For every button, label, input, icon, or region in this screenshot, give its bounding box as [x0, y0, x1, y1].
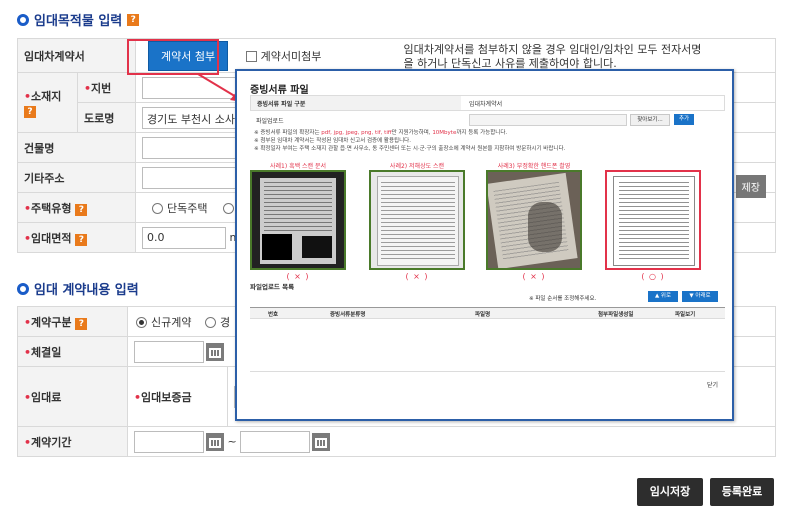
file-type-table: 증빙서류 파일 구분 임대차계약서: [250, 95, 725, 111]
add-file-button[interactable]: 추가: [674, 114, 694, 125]
move-up-button[interactable]: ▲ 위로: [648, 291, 678, 302]
help-icon[interactable]: ?: [75, 203, 88, 216]
close-link[interactable]: 닫기: [707, 380, 718, 389]
col-type: 증빙서류분류명: [330, 312, 366, 318]
modal-title: 증빙서류 파일: [250, 85, 309, 96]
rent-label: •임대료: [17, 366, 128, 427]
attach-notice: 임대차계약서를 첨부하지 않을 경우 임대인/임차인 모두 전자서명을 하거나 …: [403, 42, 702, 70]
file-type-value: 임대차계약서: [469, 100, 503, 108]
contract-type-new-option[interactable]: 신규계약: [136, 316, 191, 329]
period-separator: ~: [227, 434, 237, 448]
col-date: 첨부파일생성일: [598, 312, 634, 318]
building-name-label: 건물명: [16, 132, 137, 163]
area-input[interactable]: 0.0: [142, 226, 227, 249]
area-label: •임대면적 ?: [16, 222, 137, 253]
upload-list-title: 파일업로드 목록: [250, 283, 295, 291]
contract-type-label: •계약구분 ?: [17, 306, 128, 337]
col-view: 파일보기: [675, 312, 696, 318]
circle-bullet-icon: [17, 13, 29, 26]
calendar-icon[interactable]: [206, 432, 224, 451]
example1-mark: ( × ): [286, 272, 310, 281]
help-icon[interactable]: ?: [24, 105, 36, 118]
example1-image: [250, 170, 346, 270]
list-divider: [250, 371, 725, 372]
contract-type-renew-option[interactable]: 경: [204, 316, 230, 329]
example1-caption: 사례1) 흑백 스캔 문서: [269, 163, 327, 170]
circle-bullet-icon: [17, 282, 29, 295]
example4-image: [605, 170, 701, 270]
file-path-input[interactable]: [469, 114, 627, 126]
contract-doc-cell: 계약서 첨부 계약서미첨부 임대차계약서를 첨부하지 않을 경우 임대인/임차인…: [135, 38, 777, 73]
attach-button-highlight: [127, 39, 219, 75]
example3-caption: 사례3) 부정확한 핸드폰 촬영: [497, 163, 571, 170]
radio-icon[interactable]: [152, 203, 164, 214]
contract-doc-label: 임대차계약서: [16, 38, 137, 73]
help-icon[interactable]: ?: [127, 13, 140, 26]
complete-button[interactable]: 등록완료: [710, 478, 774, 506]
temp-save-button[interactable]: 임시저장: [637, 478, 703, 506]
upload-list-header: 번호 증빙서류분류명 파일명 첨부파일생성일 파일보기: [250, 307, 725, 319]
partial-side-button[interactable]: 제장: [735, 174, 766, 198]
checkbox-icon[interactable]: [245, 51, 257, 62]
section-title-contract-details: 임대 계약내용 입력: [17, 279, 139, 298]
section-title-rental-property: 임대목적물 입력 ?: [17, 10, 140, 29]
col-filename: 파일명: [475, 312, 491, 318]
file-type-label: 증빙서류 파일 구분: [251, 96, 461, 110]
example2-image: [369, 170, 465, 270]
radio-icon[interactable]: [204, 317, 216, 328]
jibun-label: •지번: [76, 72, 137, 103]
period-label: •계약기간: [17, 426, 128, 457]
example3-mark: ( × ): [522, 272, 546, 281]
order-note: ※ 파일 순서를 조정해주세요.: [529, 296, 597, 302]
period-start-input[interactable]: [134, 430, 204, 453]
help-icon[interactable]: ?: [75, 233, 88, 246]
road-label: 도로명: [76, 102, 137, 133]
upload-notes: ※ 증빙서류 파일의 확장자는 pdf, jpg, jpeg, png, tif…: [254, 130, 566, 152]
example3-image: [486, 170, 582, 270]
house-type-detached-option[interactable]: 단독주택: [152, 202, 208, 215]
browse-button[interactable]: 찾아보기...: [630, 114, 670, 126]
evidence-file-modal: 증빙서류 파일 증빙서류 파일 구분 임대차계약서 파일업로드 찾아보기... 추…: [235, 69, 734, 421]
calendar-icon[interactable]: [206, 342, 224, 361]
house-type-label: •주택유형 ?: [16, 192, 137, 223]
calendar-icon[interactable]: [312, 432, 331, 451]
example2-mark: ( × ): [405, 272, 429, 281]
period-end-input[interactable]: [240, 430, 311, 453]
col-no: 번호: [268, 312, 279, 318]
other-address-label: 기타주소: [16, 162, 137, 193]
deposit-label: •임대보증금: [127, 366, 228, 427]
example4-mark: ( ○ ): [641, 272, 665, 281]
radio-icon[interactable]: [223, 203, 234, 214]
radio-selected-icon[interactable]: [136, 317, 147, 328]
sign-date-input[interactable]: [134, 340, 204, 363]
location-label: •소재지 ?: [17, 72, 78, 133]
sign-date-label: •체결일: [17, 336, 128, 367]
help-icon[interactable]: ?: [75, 317, 88, 330]
upload-label: 파일업로드: [256, 117, 284, 125]
move-down-button[interactable]: ▼ 아래로: [682, 291, 718, 302]
example2-caption: 사례2) 저해상도 스캔: [389, 163, 445, 170]
no-attach-option[interactable]: 계약서미첨부: [245, 50, 321, 63]
